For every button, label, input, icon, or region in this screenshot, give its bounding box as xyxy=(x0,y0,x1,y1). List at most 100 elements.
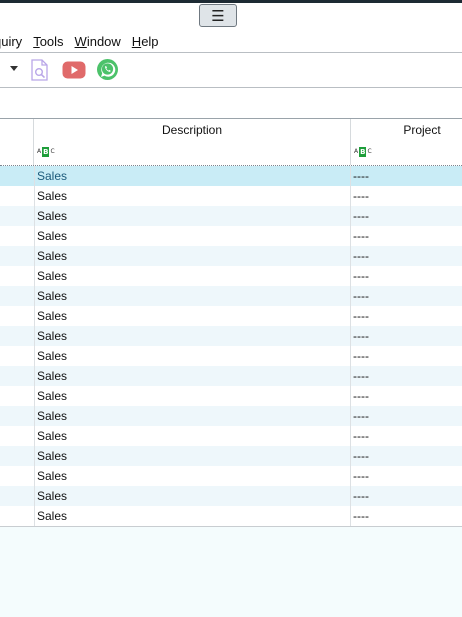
column-divider xyxy=(350,346,351,366)
cell-description[interactable]: Sales xyxy=(37,166,67,186)
title-bar: ☰ xyxy=(0,0,462,30)
cell-project[interactable]: ---- xyxy=(353,406,369,426)
cell-project[interactable]: ---- xyxy=(353,466,369,486)
cell-project[interactable]: ---- xyxy=(353,166,369,186)
table-row[interactable]: Sales ---- xyxy=(0,346,462,366)
header-description-title: Description xyxy=(161,123,223,137)
table-row[interactable]: Sales ---- xyxy=(0,406,462,426)
cell-description[interactable]: Sales xyxy=(37,366,67,386)
column-divider xyxy=(350,386,351,406)
cell-project[interactable]: ---- xyxy=(353,286,369,306)
cell-description[interactable]: Sales xyxy=(37,466,67,486)
text-type-icon: ABC xyxy=(37,146,55,157)
cell-description[interactable]: Sales xyxy=(37,226,67,246)
cell-project[interactable]: ---- xyxy=(353,446,369,466)
menu-help[interactable]: Help xyxy=(132,34,159,49)
cell-description[interactable]: Sales xyxy=(37,326,67,346)
hamburger-icon: ☰ xyxy=(211,7,225,25)
column-divider xyxy=(350,186,351,206)
grid-rows: Sales ---- Sales ---- Sales ---- Sales ---- Sale… xyxy=(0,166,462,527)
table-row[interactable]: Sales ---- xyxy=(0,466,462,486)
cell-description[interactable]: Sales xyxy=(37,286,67,306)
column-divider xyxy=(350,266,351,286)
table-row[interactable]: Sales ---- xyxy=(0,266,462,286)
cell-project[interactable]: ---- xyxy=(353,326,369,346)
table-row[interactable]: Sales ---- xyxy=(0,286,462,306)
filter-strip xyxy=(0,88,462,118)
cell-project[interactable]: ---- xyxy=(353,386,369,406)
toolbar xyxy=(0,53,462,87)
main-menu-button[interactable]: ☰ xyxy=(199,4,237,27)
table-row[interactable]: Sales ---- xyxy=(0,506,462,526)
table-row[interactable]: Sales ---- xyxy=(0,226,462,246)
header-col-description[interactable]: Description ABC xyxy=(34,119,351,165)
document-search-icon[interactable] xyxy=(30,59,50,84)
cell-project[interactable]: ---- xyxy=(353,266,369,286)
cell-project[interactable]: ---- xyxy=(353,186,369,206)
column-divider xyxy=(350,366,351,386)
column-divider xyxy=(34,266,35,286)
menu-tools-label: ools xyxy=(39,33,64,49)
cell-description[interactable]: Sales xyxy=(37,306,67,326)
cell-description[interactable]: Sales xyxy=(37,266,67,286)
column-divider xyxy=(350,506,351,526)
cell-description[interactable]: Sales xyxy=(37,246,67,266)
cell-description[interactable]: Sales xyxy=(37,506,67,526)
app-window: ☰ quiry Tools Window Help xyxy=(0,0,462,617)
menu-inquiry[interactable]: quiry xyxy=(0,34,22,49)
cell-project[interactable]: ---- xyxy=(353,206,369,226)
menu-inquiry-label: quiry xyxy=(0,33,23,49)
cell-description[interactable]: Sales xyxy=(37,346,67,366)
cell-description[interactable]: Sales xyxy=(37,406,67,426)
column-divider xyxy=(34,346,35,366)
cell-description[interactable]: Sales xyxy=(37,206,67,226)
menu-window-accel: W xyxy=(74,33,87,49)
whatsapp-icon[interactable] xyxy=(96,58,119,84)
grid-header: Description ABC Project ABC xyxy=(0,119,462,166)
column-divider xyxy=(350,286,351,306)
column-divider xyxy=(34,386,35,406)
cell-project[interactable]: ---- xyxy=(353,346,369,366)
cell-description[interactable]: Sales xyxy=(37,446,67,466)
header-col-left xyxy=(0,119,34,165)
table-row[interactable]: Sales ---- xyxy=(0,186,462,206)
column-divider xyxy=(350,466,351,486)
menu-window[interactable]: Window xyxy=(75,34,121,49)
youtube-icon[interactable] xyxy=(62,61,86,82)
header-col-project[interactable]: Project ABC xyxy=(351,119,462,165)
table-row[interactable]: Sales ---- xyxy=(0,206,462,226)
cell-project[interactable]: ---- xyxy=(353,506,369,526)
cell-description[interactable]: Sales xyxy=(37,486,67,506)
cell-description[interactable]: Sales xyxy=(37,186,67,206)
cell-description[interactable]: Sales xyxy=(37,386,67,406)
table-row[interactable]: Sales ---- xyxy=(0,366,462,386)
table-row[interactable]: Sales ---- xyxy=(0,326,462,346)
column-divider xyxy=(34,206,35,226)
column-divider xyxy=(350,406,351,426)
table-row[interactable]: Sales ---- xyxy=(0,486,462,506)
cell-project[interactable]: ---- xyxy=(353,426,369,446)
cell-project[interactable]: ---- xyxy=(353,306,369,326)
table-row[interactable]: Sales ---- xyxy=(0,386,462,406)
column-divider xyxy=(350,246,351,266)
column-divider xyxy=(34,506,35,526)
table-row[interactable]: Sales ---- xyxy=(0,246,462,266)
table-row[interactable]: Sales ---- xyxy=(0,446,462,466)
menu-tools[interactable]: Tools xyxy=(33,34,63,49)
column-divider xyxy=(34,466,35,486)
cell-project[interactable]: ---- xyxy=(353,226,369,246)
badge-b: B xyxy=(359,146,367,157)
cell-project[interactable]: ---- xyxy=(353,246,369,266)
table-row[interactable]: Sales ---- xyxy=(0,166,462,186)
table-row[interactable]: Sales ---- xyxy=(0,426,462,446)
badge-a: A xyxy=(354,148,359,155)
menu-bar: quiry Tools Window Help xyxy=(0,30,462,52)
menu-window-label: indow xyxy=(86,33,121,49)
column-divider xyxy=(34,446,35,466)
column-divider xyxy=(350,226,351,246)
cell-project[interactable]: ---- xyxy=(353,366,369,386)
table-row[interactable]: Sales ---- xyxy=(0,306,462,326)
dropdown-arrow-icon[interactable] xyxy=(10,66,18,71)
cell-project[interactable]: ---- xyxy=(353,486,369,506)
cell-description[interactable]: Sales xyxy=(37,426,67,446)
